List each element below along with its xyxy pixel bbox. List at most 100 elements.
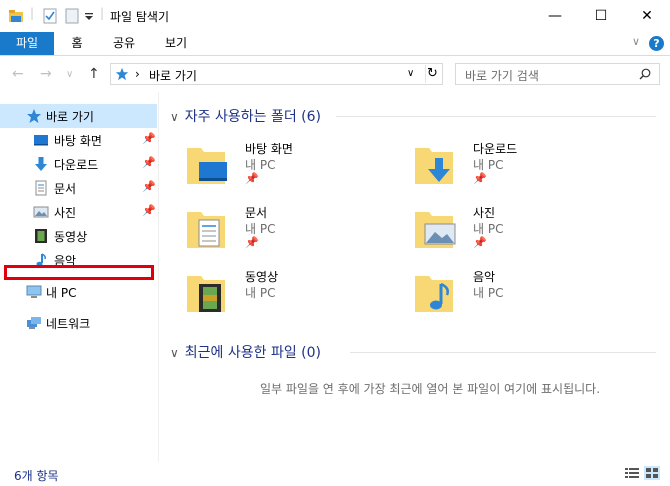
title-bar: | | 파일 탐색기 — ☐ ✕: [0, 0, 670, 32]
expand-ribbon-chevron-icon[interactable]: ∨: [632, 35, 640, 48]
nav-item-this-pc[interactable]: 내 PC: [0, 280, 157, 304]
folder-tile-pictures[interactable]: 사진 내 PC 📌: [413, 200, 633, 258]
folder-location: 내 PC: [473, 158, 504, 172]
pin-icon: 📌: [245, 236, 259, 249]
folder-tile-documents[interactable]: 문서 내 PC 📌: [185, 200, 405, 258]
folder-tile-videos[interactable]: 동영상 내 PC: [185, 264, 405, 322]
folder-name: 다운로드: [473, 142, 518, 156]
nav-item-label: 네트워크: [46, 317, 91, 331]
properties-icon[interactable]: [42, 8, 58, 24]
maximize-icon: ☐: [594, 8, 608, 24]
refresh-icon[interactable]: ↻: [427, 66, 438, 81]
details-view-icon[interactable]: [624, 466, 640, 480]
tab-file[interactable]: 파일: [0, 32, 54, 55]
video-icon: [35, 229, 47, 243]
maximize-button[interactable]: ☐: [578, 0, 624, 32]
address-divider: [425, 65, 426, 83]
highlight-box: [4, 265, 154, 280]
chevron-down-icon: ∨: [170, 346, 179, 360]
navigation-bar: ← → ∨ ↑ › 바로 가기 ∨ ↻ 바로 가기 검색: [0, 56, 670, 92]
folder-location: 내 PC: [473, 222, 504, 236]
nav-item-pictures[interactable]: 사진 📌: [0, 200, 157, 224]
chevron-down-icon: ∨: [170, 110, 179, 124]
star-icon: [115, 67, 129, 81]
pin-icon: 📌: [142, 180, 156, 193]
forward-button[interactable]: →: [40, 66, 52, 82]
window-title: 파일 탐색기: [110, 10, 170, 24]
toolbar-divider: |: [30, 6, 35, 20]
tab-view[interactable]: 보기: [156, 32, 196, 55]
group-header-label: 최근에 사용한 파일 (0): [184, 345, 322, 361]
large-icons-view-icon[interactable]: [644, 466, 660, 480]
nav-item-quick-access[interactable]: 바로 가기: [0, 104, 157, 128]
address-separator: ›: [135, 67, 140, 81]
pictures-folder-icon: [415, 212, 456, 248]
music-folder-icon: [415, 276, 453, 312]
new-folder-icon[interactable]: [64, 8, 80, 24]
folder-name: 사진: [473, 206, 496, 220]
folder-name: 바탕 화면: [245, 142, 293, 156]
minimize-button[interactable]: —: [532, 0, 578, 32]
pin-icon: 📌: [142, 204, 156, 217]
nav-item-label: 동영상: [54, 230, 88, 244]
close-icon: ✕: [641, 8, 653, 24]
computer-icon: [26, 285, 42, 298]
nav-item-label: 문서: [54, 182, 77, 196]
network-icon: [27, 317, 41, 329]
address-text: 바로 가기: [149, 69, 197, 83]
download-icon: [35, 157, 47, 171]
nav-item-network[interactable]: 네트워크: [0, 311, 157, 335]
pin-icon: 📌: [473, 172, 487, 185]
pin-icon: 📌: [142, 156, 156, 169]
address-bar[interactable]: › 바로 가기 ∨ ↻: [110, 63, 443, 85]
minimize-icon: —: [548, 8, 562, 24]
help-button[interactable]: ?: [649, 36, 664, 51]
folder-location: 내 PC: [245, 222, 276, 236]
group-divider: [336, 116, 656, 117]
folder-name: 음악: [473, 270, 496, 284]
recent-locations-button[interactable]: ∨: [66, 69, 73, 80]
search-placeholder: 바로 가기 검색: [465, 69, 539, 83]
content-pane: ∨ 자주 사용하는 폴더 (6) 바탕 화면 내 PC 📌 다운로드 내 PC 📌…: [160, 92, 670, 462]
nav-item-label: 바탕 화면: [54, 134, 102, 148]
pin-icon: 📌: [245, 172, 259, 185]
pin-icon: 📌: [142, 132, 156, 145]
group-header-recent-files[interactable]: ∨ 최근에 사용한 파일 (0): [170, 342, 321, 362]
back-button[interactable]: ←: [12, 66, 24, 82]
nav-item-downloads[interactable]: 다운로드 📌: [0, 152, 157, 176]
document-icon: [35, 180, 47, 196]
group-divider: [350, 352, 656, 353]
group-header-frequent-folders[interactable]: ∨ 자주 사용하는 폴더 (6): [170, 106, 321, 126]
nav-item-videos[interactable]: 동영상: [0, 224, 157, 248]
nav-item-documents[interactable]: 문서 📌: [0, 176, 157, 200]
downloads-folder-icon: [415, 148, 453, 184]
customize-quick-access-icon[interactable]: [84, 8, 94, 24]
folder-tile-desktop[interactable]: 바탕 화면 내 PC 📌: [185, 136, 405, 194]
file-explorer-icon[interactable]: [8, 8, 24, 24]
folder-tile-music[interactable]: 음악 내 PC: [413, 264, 633, 322]
tab-share[interactable]: 공유: [104, 32, 144, 55]
folder-tile-downloads[interactable]: 다운로드 내 PC 📌: [413, 136, 633, 194]
nav-item-label: 사진: [54, 206, 77, 220]
search-icon[interactable]: [639, 68, 651, 80]
empty-recent-message: 일부 파일을 연 후에 가장 최근에 열어 본 파일이 여기에 표시됩니다.: [259, 382, 601, 396]
nav-item-label: 다운로드: [54, 158, 99, 172]
nav-item-label: 바로 가기: [46, 110, 94, 124]
folder-location: 내 PC: [245, 158, 276, 172]
up-button[interactable]: ↑: [88, 66, 100, 82]
address-dropdown-icon[interactable]: ∨: [407, 68, 414, 79]
folder-location: 내 PC: [245, 286, 276, 300]
folder-name: 동영상: [245, 270, 279, 284]
star-icon: [27, 109, 41, 123]
toolbar-divider: |: [100, 6, 105, 20]
search-input[interactable]: 바로 가기 검색: [455, 63, 660, 85]
desktop-icon: [34, 135, 48, 146]
tab-home[interactable]: 홈: [62, 32, 92, 55]
close-button[interactable]: ✕: [624, 0, 670, 32]
folder-name: 문서: [245, 206, 268, 220]
picture-icon: [33, 206, 49, 218]
documents-folder-icon: [187, 212, 225, 248]
item-count: 6개 항목: [14, 469, 59, 483]
group-header-label: 자주 사용하는 폴더 (6): [184, 109, 322, 125]
nav-item-desktop[interactable]: 바탕 화면 📌: [0, 128, 157, 152]
